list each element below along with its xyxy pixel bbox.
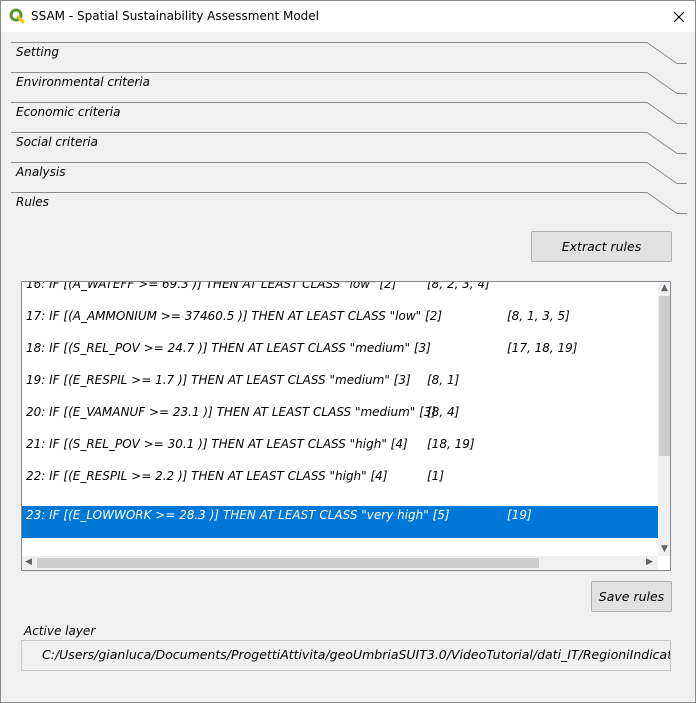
close-icon — [673, 11, 685, 22]
list-item[interactable]: 22: IF [(E_RESPIL >= 2.2 )] THEN AT LEAS… — [22, 467, 658, 499]
tab-shape — [11, 192, 687, 214]
active-layer-path: C:/Users/gianluca/Documents/ProgettiAtti… — [42, 647, 671, 662]
scroll-right-icon[interactable]: ▶ — [646, 558, 653, 567]
tab-analysis[interactable]: Analysis — [11, 162, 687, 192]
tab-setting[interactable]: Setting — [11, 42, 687, 72]
rule-ids: [8, 1, 3, 5] — [507, 309, 570, 323]
horizontal-scrollbar[interactable]: ◀ ▶ — [22, 556, 658, 570]
rule-ids: [8, 1] — [427, 373, 460, 387]
rule-text: 19: IF [(E_RESPIL >= 1.7 )] THEN AT LEAS… — [26, 373, 411, 387]
rule-ids: [18, 19] — [427, 437, 475, 451]
rule-text: 18: IF [(S_REL_POV >= 24.7 )] THEN AT LE… — [26, 341, 431, 355]
active-layer-path-field[interactable]: C:/Users/gianluca/Documents/ProgettiAtti… — [21, 640, 671, 671]
tab-label: Setting — [16, 45, 59, 59]
rule-text: 21: IF [(S_REL_POV >= 30.1 )] THEN AT LE… — [26, 437, 408, 451]
list-item[interactable]: 21: IF [(S_REL_POV >= 30.1 )] THEN AT LE… — [22, 435, 658, 467]
title-bar: SSAM - Spatial Sustainability Assessment… — [1, 1, 695, 32]
horizontal-scroll-thumb[interactable] — [37, 558, 539, 568]
scroll-left-icon[interactable]: ◀ — [25, 558, 32, 567]
qgis-logo-icon — [9, 8, 25, 24]
close-button[interactable] — [663, 1, 695, 32]
vertical-scrollbar[interactable]: ▲ ▼ — [658, 282, 670, 556]
vertical-scroll-thumb[interactable] — [659, 296, 670, 456]
rule-text: 20: IF [(E_VAMANUF >= 23.1 )] THEN AT LE… — [26, 405, 437, 419]
list-item[interactable]: 18: IF [(S_REL_POV >= 24.7 )] THEN AT LE… — [22, 339, 658, 371]
rule-ids: [8, 2, 3, 4] — [427, 282, 490, 291]
rule-text: 16: IF [(A_WATEFF >= 69.3 )] THEN AT LEA… — [26, 282, 397, 291]
list-item-selected[interactable]: 23: IF [(E_LOWWORK >= 28.3 )] THEN AT LE… — [22, 506, 658, 538]
ssam-dialog: SSAM - Spatial Sustainability Assessment… — [0, 0, 696, 703]
list-item[interactable]: 17: IF [(A_AMMONIUM >= 37460.5 )] THEN A… — [22, 307, 658, 339]
tab-label: Economic criteria — [16, 105, 121, 119]
list-item[interactable]: 16: IF [(A_WATEFF >= 69.3 )] THEN AT LEA… — [22, 282, 658, 307]
tab-label: Environmental criteria — [16, 75, 150, 89]
tab-label: Social criteria — [16, 135, 98, 149]
tab-label: Analysis — [16, 165, 66, 179]
rule-text: 17: IF [(A_AMMONIUM >= 37460.5 )] THEN A… — [26, 309, 443, 323]
tab-economic-criteria[interactable]: Economic criteria — [11, 102, 687, 132]
list-item[interactable]: 20: IF [(E_VAMANUF >= 23.1 )] THEN AT LE… — [22, 403, 658, 435]
window-title: SSAM - Spatial Sustainability Assessment… — [31, 9, 319, 23]
tab-shape — [11, 162, 687, 184]
extract-rules-button[interactable]: Extract rules — [531, 231, 672, 262]
tab-label: Rules — [16, 195, 49, 209]
rule-ids: [19] — [507, 508, 532, 522]
rule-ids: [17, 18, 19] — [507, 341, 578, 355]
active-layer-label: Active layer — [24, 624, 96, 638]
scroll-down-icon[interactable]: ▼ — [661, 545, 668, 554]
scroll-up-icon[interactable]: ▲ — [661, 284, 668, 293]
rule-text: 22: IF [(E_RESPIL >= 2.2 )] THEN AT LEAS… — [26, 469, 388, 483]
list-item[interactable]: 19: IF [(E_RESPIL >= 1.7 )] THEN AT LEAS… — [22, 371, 658, 403]
tab-environmental-criteria[interactable]: Environmental criteria — [11, 72, 687, 102]
save-rules-button[interactable]: Save rules — [591, 581, 672, 612]
rules-list[interactable]: 16: IF [(A_WATEFF >= 69.3 )] THEN AT LEA… — [21, 281, 671, 571]
rule-text: 23: IF [(E_LOWWORK >= 28.3 )] THEN AT LE… — [26, 508, 450, 522]
rules-list-viewport: 16: IF [(A_WATEFF >= 69.3 )] THEN AT LEA… — [22, 282, 658, 556]
tab-shape — [11, 42, 687, 64]
tab-social-criteria[interactable]: Social criteria — [11, 132, 687, 162]
tab-rules[interactable]: Rules — [11, 192, 687, 222]
rule-ids: [1] — [427, 469, 444, 483]
rule-ids: [8, 4] — [427, 405, 460, 419]
tab-shape — [11, 132, 687, 154]
